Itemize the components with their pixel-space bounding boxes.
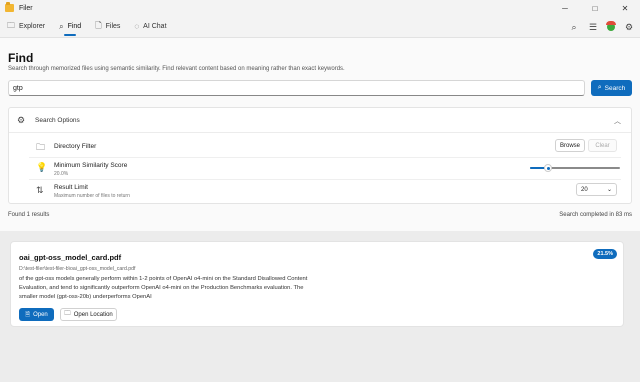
chat-icon: ◌ [134, 22, 140, 31]
search-options-panel: ⚙ Search Options ︿ 🗀 Directory Filter Br… [8, 107, 632, 204]
page-subtitle: Search through memorized files using sem… [8, 66, 345, 72]
folder-app-icon [5, 2, 14, 12]
result-limit-description: Maximum number of files to return [54, 193, 130, 199]
search-icon[interactable]: ⌕ [569, 22, 579, 33]
search-button[interactable]: ⌕ Search [591, 80, 632, 96]
gear-icon: ⚙ [17, 115, 26, 125]
chevron-down-icon: ⌄ [606, 187, 612, 193]
tab-find[interactable]: ⌕ Find [52, 16, 88, 38]
similarity-value: 20.0% [54, 171, 69, 177]
browse-button[interactable]: Browse [555, 139, 585, 152]
app-title: Filer [19, 4, 33, 12]
result-limit-value: 20 [581, 186, 588, 193]
search-options-label: Search Options [35, 117, 80, 124]
directory-filter-row: 🗀 Directory Filter Browse Clear [29, 136, 621, 158]
search-options-header[interactable]: ⚙ Search Options ︿ [9, 108, 631, 133]
result-filename: oai_gpt-oss_model_card.pdf [19, 253, 122, 262]
open-location-button[interactable]: 🗀 Open Location [60, 308, 117, 321]
score-badge: 21.5% [593, 249, 617, 259]
similarity-label: Minimum Similarity Score [54, 162, 128, 169]
tab-ai-chat[interactable]: ◌ AI Chat [127, 16, 173, 38]
clear-button[interactable]: Clear [588, 139, 617, 152]
open-file-icon: 🗎 [25, 311, 31, 318]
search-icon: ⌕ [59, 21, 64, 31]
result-limit-select[interactable]: 20 ⌄ [576, 183, 617, 196]
result-snippet: of the gpt-oss models generally perform … [19, 276, 308, 300]
similarity-slider[interactable] [530, 164, 620, 172]
result-limit-label: Result Limit [54, 184, 88, 191]
results-count: Found 1 results [8, 212, 50, 218]
folder-icon: 🗀 [36, 142, 46, 152]
sort-arrows-icon: ⇅ [36, 185, 44, 195]
open-button[interactable]: 🗎 Open [19, 308, 54, 321]
search-icon: ⌕ [597, 84, 602, 91]
chevron-up-icon[interactable]: ︿ [614, 116, 621, 126]
open-location-label: Open Location [73, 311, 113, 318]
find-panel: Find Search through memorized files usin… [0, 38, 640, 231]
maximize-button[interactable]: □ [580, 0, 610, 16]
open-button-label: Open [33, 311, 48, 318]
search-input[interactable] [8, 80, 585, 96]
title-bar: Filer ─ □ ✕ [0, 0, 640, 16]
similarity-row: 💡 Minimum Similarity Score 20.0% [29, 158, 621, 180]
gear-icon[interactable]: ⚙ [624, 22, 634, 33]
status-icon[interactable] [606, 21, 616, 31]
search-duration: Search completed in 83 ms [559, 212, 632, 218]
tab-explorer[interactable]: 🗀 Explorer [0, 16, 52, 38]
slider-thumb[interactable] [544, 164, 552, 172]
folder-icon: 🗀 [7, 20, 15, 30]
close-button[interactable]: ✕ [610, 0, 640, 16]
folder-icon: 🗀 [64, 310, 71, 317]
directory-filter-label: Directory Filter [54, 143, 97, 150]
result-limit-row: ⇅ Result Limit Maximum number of files t… [29, 180, 621, 202]
tab-label: Find [67, 23, 82, 30]
results-area: oai_gpt-oss_model_card.pdf D:\test-filer… [0, 231, 640, 382]
lightbulb-icon: 💡 [36, 162, 48, 172]
result-path: D:\test-filer\test-filer-b\oai_gpt-oss_m… [19, 266, 136, 272]
search-button-label: Search [604, 84, 626, 92]
nav-actions: ⌕ ☰ ⚙ [569, 16, 634, 38]
document-icon: 🗋 [95, 20, 102, 30]
result-card: oai_gpt-oss_model_card.pdf D:\test-filer… [10, 241, 624, 327]
tab-label: Explorer [19, 23, 46, 30]
menu-icon[interactable]: ☰ [588, 22, 598, 33]
tab-files[interactable]: 🗋 Files [88, 16, 127, 38]
minimize-button[interactable]: ─ [550, 0, 580, 16]
tab-label: Files [105, 23, 121, 30]
tab-label: AI Chat [143, 23, 167, 30]
window-controls: ─ □ ✕ [550, 0, 640, 16]
page-title: Find [8, 51, 34, 65]
nav-bar: 🗀 Explorer ⌕ Find 🗋 Files ◌ AI Chat ⌕ ☰ … [0, 16, 640, 38]
